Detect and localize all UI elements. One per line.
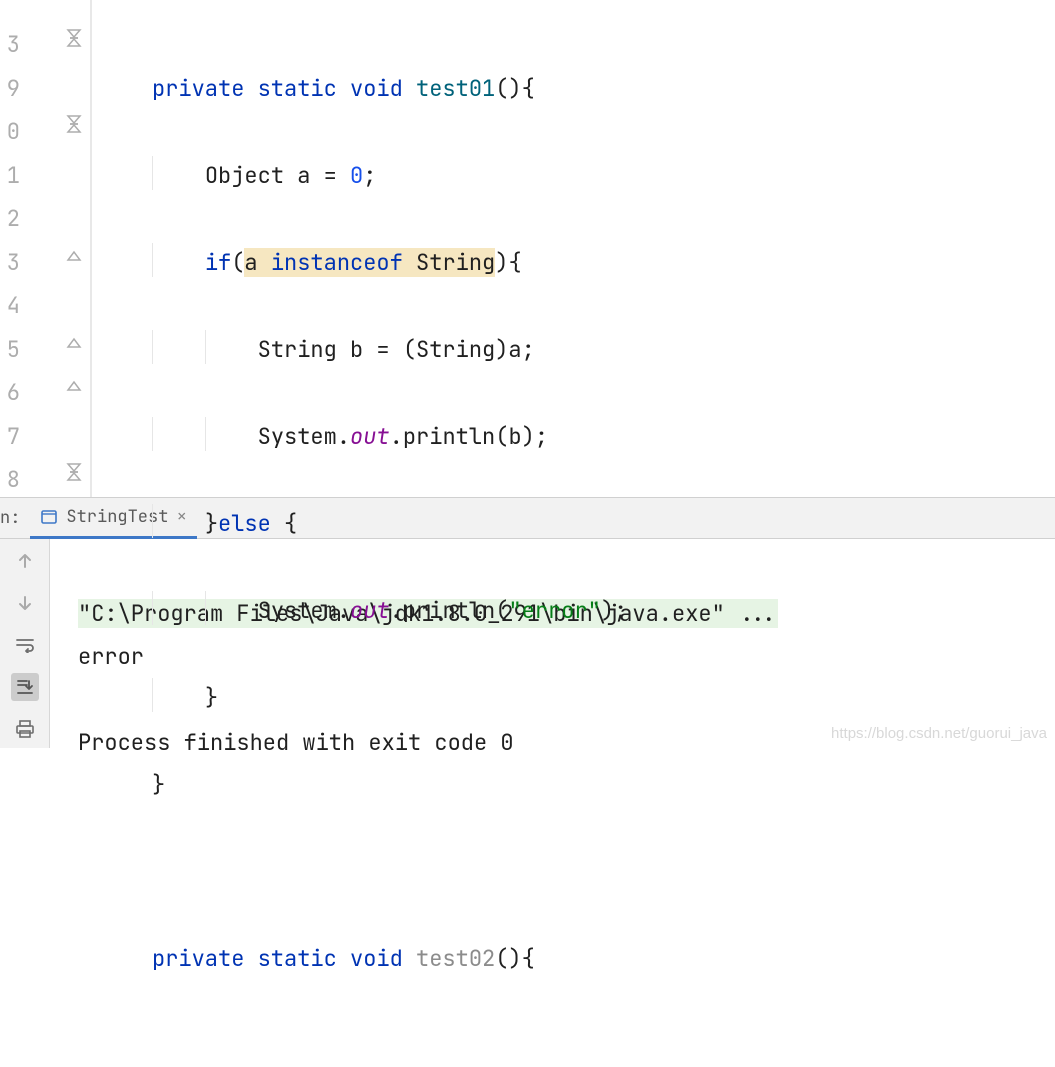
line-number: 3	[0, 23, 20, 67]
fold-end-icon[interactable]	[64, 246, 84, 262]
console-line: error	[78, 642, 144, 671]
up-arrow-icon[interactable]	[11, 547, 39, 575]
code-line: Object a = 0;	[152, 154, 1055, 198]
run-tab-icon	[40, 508, 58, 526]
fold-minus-icon[interactable]	[64, 462, 84, 482]
code-line: System.out.println(b);	[152, 415, 1055, 459]
down-arrow-icon[interactable]	[11, 589, 39, 617]
fold-minus-icon[interactable]	[64, 114, 84, 134]
line-number: 5	[0, 328, 20, 372]
watermark: https://blog.csdn.net/guorui_java	[831, 725, 1047, 742]
line-numbers: 3 9 0 1 2 3 4 5 6 7 8	[0, 0, 20, 502]
line-number: 1	[0, 154, 20, 198]
code-line: if(a instanceof String){	[152, 241, 1055, 285]
code-line: private static void test02(){	[152, 937, 1055, 981]
line-number: 0	[0, 110, 20, 154]
editor-gutter: 3 9 0 1 2 3 4 5 6 7 8	[0, 0, 92, 497]
line-number: 2	[0, 197, 20, 241]
fold-minus-icon[interactable]	[64, 28, 84, 48]
code-line: private static void test01(){	[152, 67, 1055, 111]
soft-wrap-icon[interactable]	[11, 631, 39, 659]
line-number: 9	[0, 67, 20, 111]
line-number: 3	[0, 241, 20, 285]
line-number: 4	[0, 284, 20, 328]
code-line: }	[152, 676, 1055, 720]
run-label: n:	[0, 507, 30, 529]
code-content[interactable]: private static void test01(){ Object a =…	[92, 0, 1055, 497]
line-number: 6	[0, 371, 20, 415]
line-number: 8	[0, 458, 20, 502]
code-line: }else {	[152, 502, 1055, 546]
code-line: System.out.println("error");	[152, 589, 1055, 633]
code-editor[interactable]: 3 9 0 1 2 3 4 5 6 7 8 private static voi…	[0, 0, 1055, 497]
code-line: }	[152, 763, 1055, 807]
print-icon[interactable]	[11, 715, 39, 743]
line-number: 7	[0, 415, 20, 459]
fold-column	[62, 0, 92, 497]
code-line: String b = (String)a;	[152, 328, 1055, 372]
run-toolbar	[0, 539, 50, 748]
scroll-to-end-icon[interactable]	[11, 673, 39, 701]
fold-end-icon[interactable]	[64, 333, 84, 349]
code-line	[152, 850, 1055, 894]
fold-end-icon[interactable]	[64, 376, 84, 392]
